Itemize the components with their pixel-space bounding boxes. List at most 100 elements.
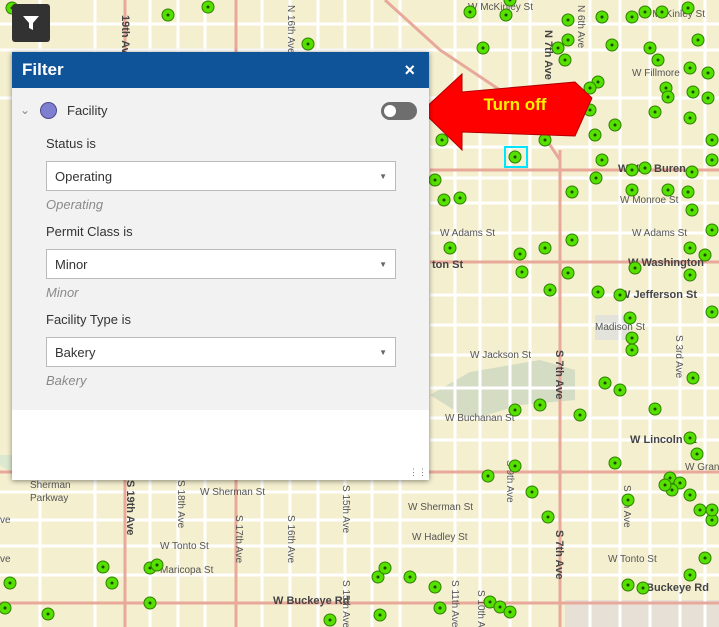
layer-row: ⌄ Facility [12,96,429,124]
facility-point-center [596,80,600,84]
facility-point-center [688,573,692,577]
facility-type-select[interactable]: Bakery ▼ [46,337,396,367]
facility-point-center [686,6,690,10]
facility-point-center [626,498,630,502]
facility-point-center [498,605,502,609]
facility-point-center [691,90,695,94]
facility-point-center [600,15,604,19]
layer-name: Facility [67,102,108,118]
street-label: ve [0,554,11,565]
facility-point-center [504,13,508,17]
facility-point-center [703,556,707,560]
filter-expression-facility-type: Facility Type is Bakery ▼ Bakery [46,312,396,388]
street-label: N 16th Ave [285,5,296,54]
facility-point-center [442,198,446,202]
facility-point-center [710,138,714,142]
facility-point-center [206,5,210,9]
facility-point-center [458,196,462,200]
filter-expression-permit-class: Permit Class is Minor ▼ Minor [46,224,396,300]
facility-point-center [613,123,617,127]
expression-hint: Operating [46,197,104,212]
facility-point-center [448,246,452,250]
facility-point-center [633,266,637,270]
facility-point-center [376,575,380,579]
facility-point-center [628,316,632,320]
layer-filter-toggle[interactable] [381,102,417,120]
facility-point-center [588,86,592,90]
street-label: S 15th Ave [340,580,351,627]
facility-point-center [703,253,707,257]
facility-point-center [664,86,668,90]
street-label: W Buchanan St [445,413,515,424]
select-value: Bakery [55,344,96,360]
status-select[interactable]: Operating ▼ [46,161,396,191]
street-label: S 11th Ave [449,580,460,627]
facility-point-center [690,208,694,212]
filter-toggle-button[interactable] [12,4,50,42]
facility-point-center [46,612,50,616]
facility-point-center [570,238,574,242]
permit-class-select[interactable]: Minor ▼ [46,249,396,279]
expression-hint: Minor [46,285,79,300]
facility-point-center [666,95,670,99]
close-button[interactable]: × [404,61,415,79]
facility-point-center [433,585,437,589]
panel-title: Filter [22,60,64,79]
facility-point-center [440,138,444,142]
facility-point-center [666,188,670,192]
facility-point-center [518,252,522,256]
street-label: Madison St [595,322,645,333]
expression-label: Status is [46,136,96,151]
resize-handle-icon[interactable]: ⋮⋮ [409,467,427,478]
facility-point-center [155,563,159,567]
street-label: S 18th Ave [175,480,186,529]
facility-point-center [630,188,634,192]
facility-point-center [698,508,702,512]
street-label: S 19th Ave [124,480,136,535]
facility-point-center [566,18,570,22]
facility-point-center [433,178,437,182]
facility-point-center [710,518,714,522]
facility-point-center [613,461,617,465]
street-label: W McKinley St [468,2,533,13]
facility-point-center [678,481,682,485]
street-label: W Fillmore [632,68,680,79]
facility-point-center [641,586,645,590]
facility-point-center [668,476,672,480]
facility-point-center [688,116,692,120]
facility-point-center [508,610,512,614]
street-label: Maricopa St [160,565,214,576]
facility-point-center [688,66,692,70]
facility-point-center [488,600,492,604]
facility-point-center [408,575,412,579]
facility-point-center [8,581,12,585]
street-label: ve [0,515,11,526]
facility-point-center [688,493,692,497]
select-value: Operating [55,168,113,184]
turn-off-annotation: Turn off [483,95,547,114]
caret-down-icon: ▼ [379,347,387,357]
facility-point-center [378,613,382,617]
facility-point-center [630,348,634,352]
facility-point-center [306,42,310,46]
filter-body: ⌄ Facility Status is Operating ▼ Operati… [12,88,429,410]
facility-point-center [563,58,567,62]
chevron-down-icon[interactable]: ⌄ [20,103,32,117]
facility-point-center [688,436,692,440]
street-label: N 6th Ave [575,5,586,49]
filter-icon [23,16,39,30]
filter-panel: Filter × ⌄ Facility Status is Operating … [12,52,429,480]
street-label: W Monroe St [620,195,679,206]
street-label: S 5th Ave [621,485,632,528]
facility-point-center [630,15,634,19]
facility-point-center [148,601,152,605]
facility-point-center [688,246,692,250]
street-label: W Sherman St [200,487,265,498]
street-label: W Adams St [632,228,687,239]
facility-point-center [520,270,524,274]
street-label: Buckeye Rd [646,582,709,594]
facility-point-center [578,413,582,417]
facility-point-center [663,483,667,487]
street-label: S 17th Ave [233,515,244,564]
facility-point-center [653,407,657,411]
